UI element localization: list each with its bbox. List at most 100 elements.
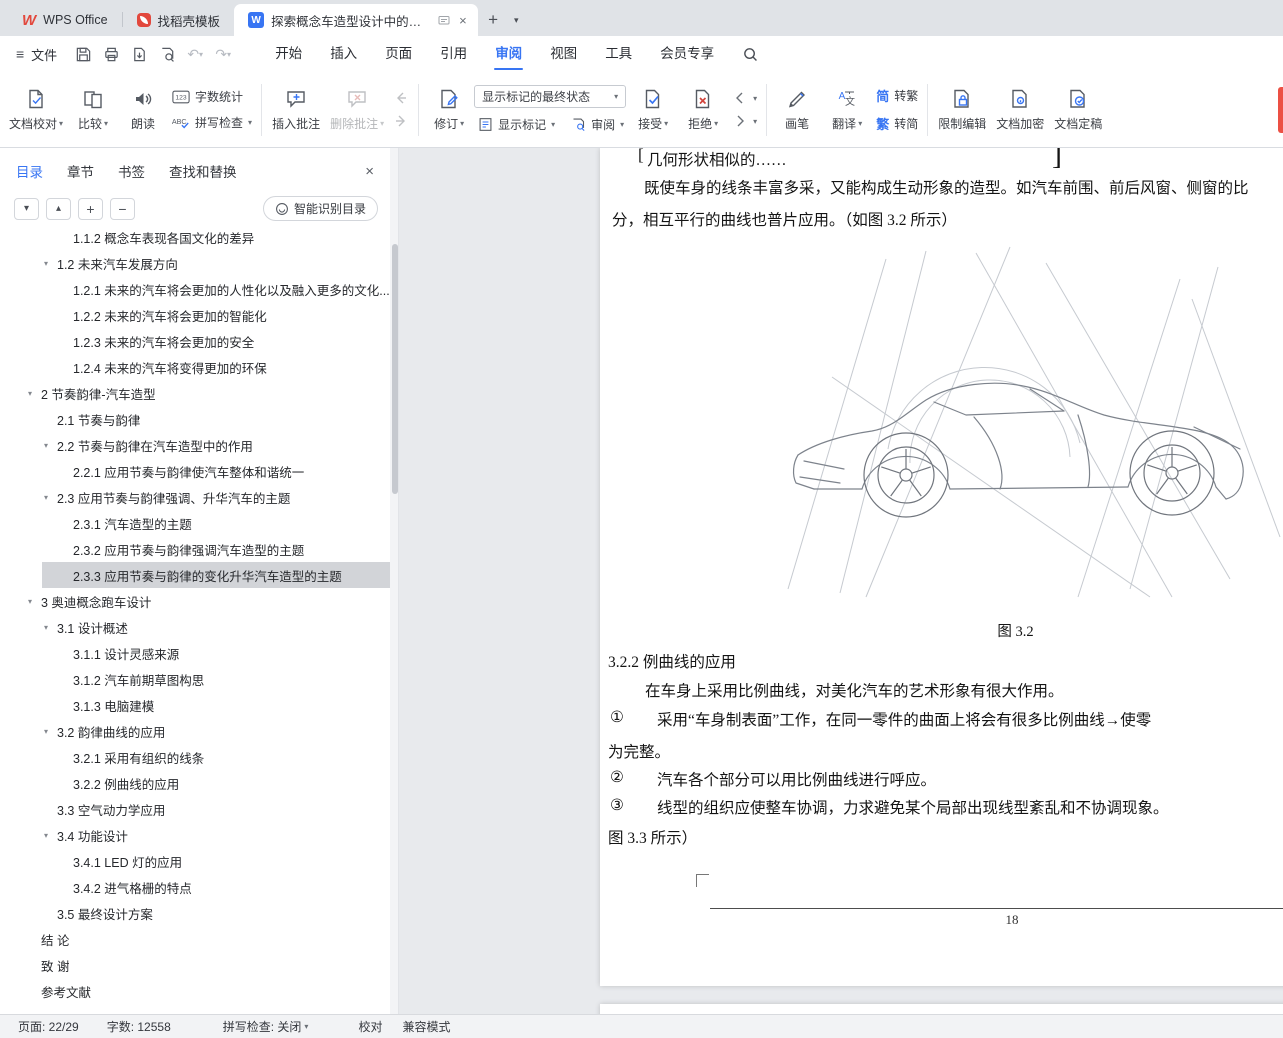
menu-tab-引用[interactable]: 引用 (426, 36, 481, 72)
print-preview-button[interactable] (155, 42, 179, 66)
review-mode-button[interactable]: 审阅 ▾ (567, 115, 628, 134)
toc-item[interactable]: ▾ 3.1 设计概述 (0, 614, 390, 640)
next-change-button[interactable]: ▾ (728, 113, 761, 129)
expand-toggle-icon[interactable]: ▾ (44, 727, 57, 736)
page-indicator[interactable]: 页面: 22/29 (18, 1018, 79, 1035)
toc-item[interactable]: ▾ 2.3 应用节奏与韵律强调、升华汽车的主题 (0, 484, 390, 510)
toc-item[interactable]: 参考文献 (0, 978, 390, 1004)
sidebar-tab-章节[interactable]: 章节 (67, 161, 94, 181)
toc-item[interactable]: 1.2.4 未来的汽车将变得更加的环保 (0, 354, 390, 380)
next-comment-button[interactable] (389, 113, 413, 129)
toc-item[interactable]: 2.3.1 汽车造型的主题 (0, 510, 390, 536)
menu-tab-插入[interactable]: 插入 (316, 36, 371, 72)
save-button[interactable] (71, 42, 95, 66)
menu-tab-工具[interactable]: 工具 (591, 36, 646, 72)
reject-change-button[interactable]: 拒绝 ▾ (678, 79, 728, 141)
toc-item[interactable]: 3.2.2 例曲线的应用 (0, 770, 390, 796)
expand-toggle-icon[interactable]: ▾ (44, 831, 57, 840)
collapse-all-button[interactable]: ▾ (14, 197, 39, 220)
sidebar-scrollbar[interactable] (390, 148, 399, 1014)
toc-item[interactable]: 2.1 节奏与韵律 (0, 406, 390, 432)
sidebar-tab-书签[interactable]: 书签 (118, 161, 145, 181)
traditional-to-simplified-button[interactable]: 繁 转简 (872, 113, 922, 134)
expand-all-button[interactable]: ▴ (46, 197, 71, 220)
word-count-button[interactable]: 123 字数统计 (168, 87, 256, 106)
toc-item[interactable]: ▾ 3.4 功能设计 (0, 822, 390, 848)
smart-catalog-button[interactable]: 智能识别目录 (262, 196, 378, 221)
encrypt-document-button[interactable]: 文档加密 (991, 79, 1049, 141)
menu-tab-会员专享[interactable]: 会员专享 (646, 36, 728, 72)
next-document-page[interactable] (600, 1004, 1283, 1014)
finalize-document-button[interactable]: 文档定稿 (1049, 79, 1107, 141)
tab-document[interactable]: W 探索概念车造型设计中的韵律 × (234, 4, 479, 36)
toc-item[interactable]: 3.1.2 汽车前期草图构思 (0, 666, 390, 692)
menu-tab-视图[interactable]: 视图 (536, 36, 591, 72)
previous-comment-button[interactable] (389, 90, 413, 106)
redo-button[interactable]: ↷ ▾ (211, 42, 235, 66)
toc-item[interactable]: 3.4.2 进气格栅的特点 (0, 874, 390, 900)
proofread-indicator[interactable]: 校对 (358, 1018, 382, 1035)
insert-comment-button[interactable]: 插入批注 (267, 79, 325, 141)
toc-item[interactable]: ▾ 2 节奏韵律-汽车造型 (0, 380, 390, 406)
toc-item[interactable]: 2.3.2 应用节奏与韵律强调汽车造型的主题 (0, 536, 390, 562)
toc-item[interactable]: ▾ 1.2 未来汽车发展方向 (0, 250, 390, 276)
toc-item[interactable]: 3.3 空气动力学应用 (0, 796, 390, 822)
toc-item[interactable]: 1.2.3 未来的汽车将会更加的安全 (0, 328, 390, 354)
file-menu-button[interactable]: ≡ 文件 (16, 45, 57, 64)
track-changes-button[interactable]: 修订 ▾ (424, 79, 474, 141)
close-sidebar-icon[interactable]: × (365, 163, 374, 180)
toc-item[interactable]: 3.2.1 采用有组织的线条 (0, 744, 390, 770)
toc-item[interactable]: 1.1.2 概念车表现各国文化的差异 (0, 224, 390, 250)
ink-brush-button[interactable]: 画笔 (772, 79, 822, 141)
markup-state-select[interactable]: 显示标记的最终状态 ▾ (474, 85, 627, 108)
toc-item[interactable]: ▾ 3.2 韵律曲线的应用 (0, 718, 390, 744)
doc-proofread-button[interactable]: 文档校对 ▾ (4, 79, 68, 141)
accept-change-button[interactable]: 接受 ▾ (628, 79, 678, 141)
restrict-editing-button[interactable]: 限制编辑 (933, 79, 991, 141)
tab-docer[interactable]: 找稻壳模板 (123, 4, 235, 36)
toc-item[interactable]: 2.3.3 应用节奏与韵律的变化升华汽车造型的主题 (0, 562, 390, 588)
toc-item[interactable]: 结 论 (0, 926, 390, 952)
toc-item[interactable]: 3.1.1 设计灵感来源 (0, 640, 390, 666)
expand-toggle-icon[interactable]: ▾ (44, 623, 57, 632)
sidebar-tab-目录[interactable]: 目录 (16, 161, 43, 181)
word-count-indicator[interactable]: 字数: 12558 (107, 1018, 171, 1035)
print-button[interactable] (99, 42, 123, 66)
sidebar-tab-查找和替换[interactable]: 查找和替换 (169, 161, 237, 181)
toc-item[interactable]: 1.2.1 未来的汽车将会更加的人性化以及融入更多的文化... (0, 276, 390, 302)
toc-item[interactable]: 2.2.1 应用节奏与韵律使汽车整体和谐统一 (0, 458, 390, 484)
export-pdf-button[interactable] (127, 42, 151, 66)
toc-item[interactable]: 3.1.3 电脑建模 (0, 692, 390, 718)
toc-item[interactable]: 3.4.1 LED 灯的应用 (0, 848, 390, 874)
tab-list-chevron-icon[interactable]: ▾ (508, 4, 525, 36)
scrollbar-thumb[interactable] (391, 244, 398, 494)
zoom-in-outline-button[interactable]: + (78, 197, 103, 220)
menu-tab-审阅[interactable]: 审阅 (481, 36, 536, 72)
simplified-to-traditional-button[interactable]: 简 转繁 (872, 85, 922, 106)
toc-item[interactable]: ▾ 3 奥迪概念跑车设计 (0, 588, 390, 614)
search-button[interactable] (742, 46, 759, 63)
expand-toggle-icon[interactable]: ▾ (28, 597, 41, 606)
delete-comment-button[interactable]: 删除批注 ▾ (325, 79, 389, 141)
expand-toggle-icon[interactable]: ▾ (28, 389, 41, 398)
toc-item[interactable]: 3.5 最终设计方案 (0, 900, 390, 926)
toc-item[interactable]: 1.2.2 未来的汽车将会更加的智能化 (0, 302, 390, 328)
show-markup-button[interactable]: 显示标记 ▾ (474, 115, 559, 134)
zoom-out-outline-button[interactable]: − (110, 197, 135, 220)
expand-toggle-icon[interactable]: ▾ (44, 259, 57, 268)
spellcheck-indicator[interactable]: 拼写检查: 关闭 ▾ (223, 1018, 309, 1035)
expand-toggle-icon[interactable]: ▾ (44, 441, 57, 450)
tab-wps-home[interactable]: W WPS Office (8, 4, 122, 36)
expand-toggle-icon[interactable]: ▾ (44, 493, 57, 502)
close-tab-icon[interactable]: × (457, 13, 469, 28)
compare-button[interactable]: 比较 ▾ (68, 79, 118, 141)
translate-button[interactable]: A文 翻译 ▾ (822, 79, 872, 141)
toc-item[interactable]: ▾ 2.2 节奏与韵律在汽车造型中的作用 (0, 432, 390, 458)
spell-check-button[interactable]: ABC 拼写检查 ▾ (168, 113, 256, 132)
new-tab-button[interactable]: + (478, 4, 508, 36)
undo-button[interactable]: ↶ ▾ (183, 42, 207, 66)
read-aloud-button[interactable]: 朗读 (118, 79, 168, 141)
previous-change-button[interactable]: ▾ (728, 90, 761, 106)
menu-tab-页面[interactable]: 页面 (371, 36, 426, 72)
document-canvas[interactable]: [ 几何形状相似的…… ] 既使车身的线条丰富多采，又能构成生动形象的造型。如汽… (399, 148, 1283, 1014)
